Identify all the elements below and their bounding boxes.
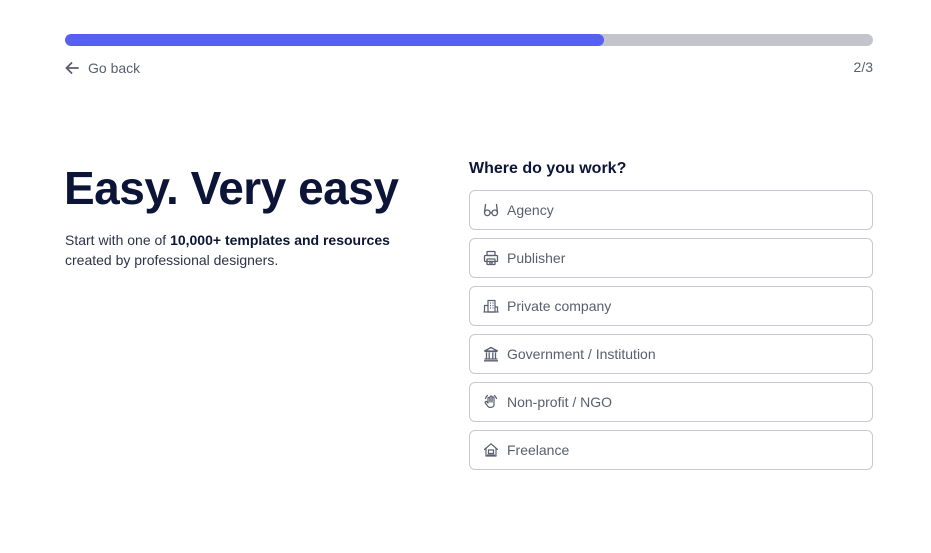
workplace-options: Agency Publisher Private company Governm…: [469, 190, 873, 478]
raised-hand-icon: [482, 394, 499, 411]
option-non-profit-ngo[interactable]: Non-profit / NGO: [469, 382, 873, 422]
building-icon: [482, 298, 499, 315]
page-subtitle: Start with one of 10,000+ templates and …: [65, 230, 425, 270]
arrow-left-icon: [65, 61, 79, 75]
progress-fill: [65, 34, 604, 46]
go-back-link[interactable]: Go back: [65, 58, 140, 78]
subtitle-suffix: created by professional designers.: [65, 252, 279, 268]
printer-icon: [482, 250, 499, 267]
question-label: Where do you work?: [469, 160, 627, 177]
go-back-label: Go back: [88, 60, 141, 76]
subtitle-prefix: Start with one of: [65, 232, 171, 248]
onboarding-page: Go back 2/3 Easy. Very easy Start with o…: [0, 0, 931, 553]
home-icon: [482, 442, 499, 459]
option-label: Non-profit / NGO: [507, 394, 613, 410]
progress-bar: [65, 34, 873, 46]
subtitle-highlight: 10,000+ templates and resources: [170, 232, 390, 248]
option-private-company[interactable]: Private company: [469, 286, 873, 326]
institution-icon: [482, 346, 499, 363]
option-label: Freelance: [507, 442, 570, 458]
option-freelance[interactable]: Freelance: [469, 430, 873, 470]
step-counter: 2/3: [853, 59, 873, 75]
option-label: Agency: [507, 202, 554, 218]
option-label: Publisher: [507, 250, 566, 266]
page-title: Easy. Very easy: [64, 162, 399, 214]
option-label: Private company: [507, 298, 612, 314]
option-government-institution[interactable]: Government / Institution: [469, 334, 873, 374]
option-label: Government / Institution: [507, 346, 656, 362]
option-agency[interactable]: Agency: [469, 190, 873, 230]
glasses-icon: [482, 202, 499, 219]
option-publisher[interactable]: Publisher: [469, 238, 873, 278]
